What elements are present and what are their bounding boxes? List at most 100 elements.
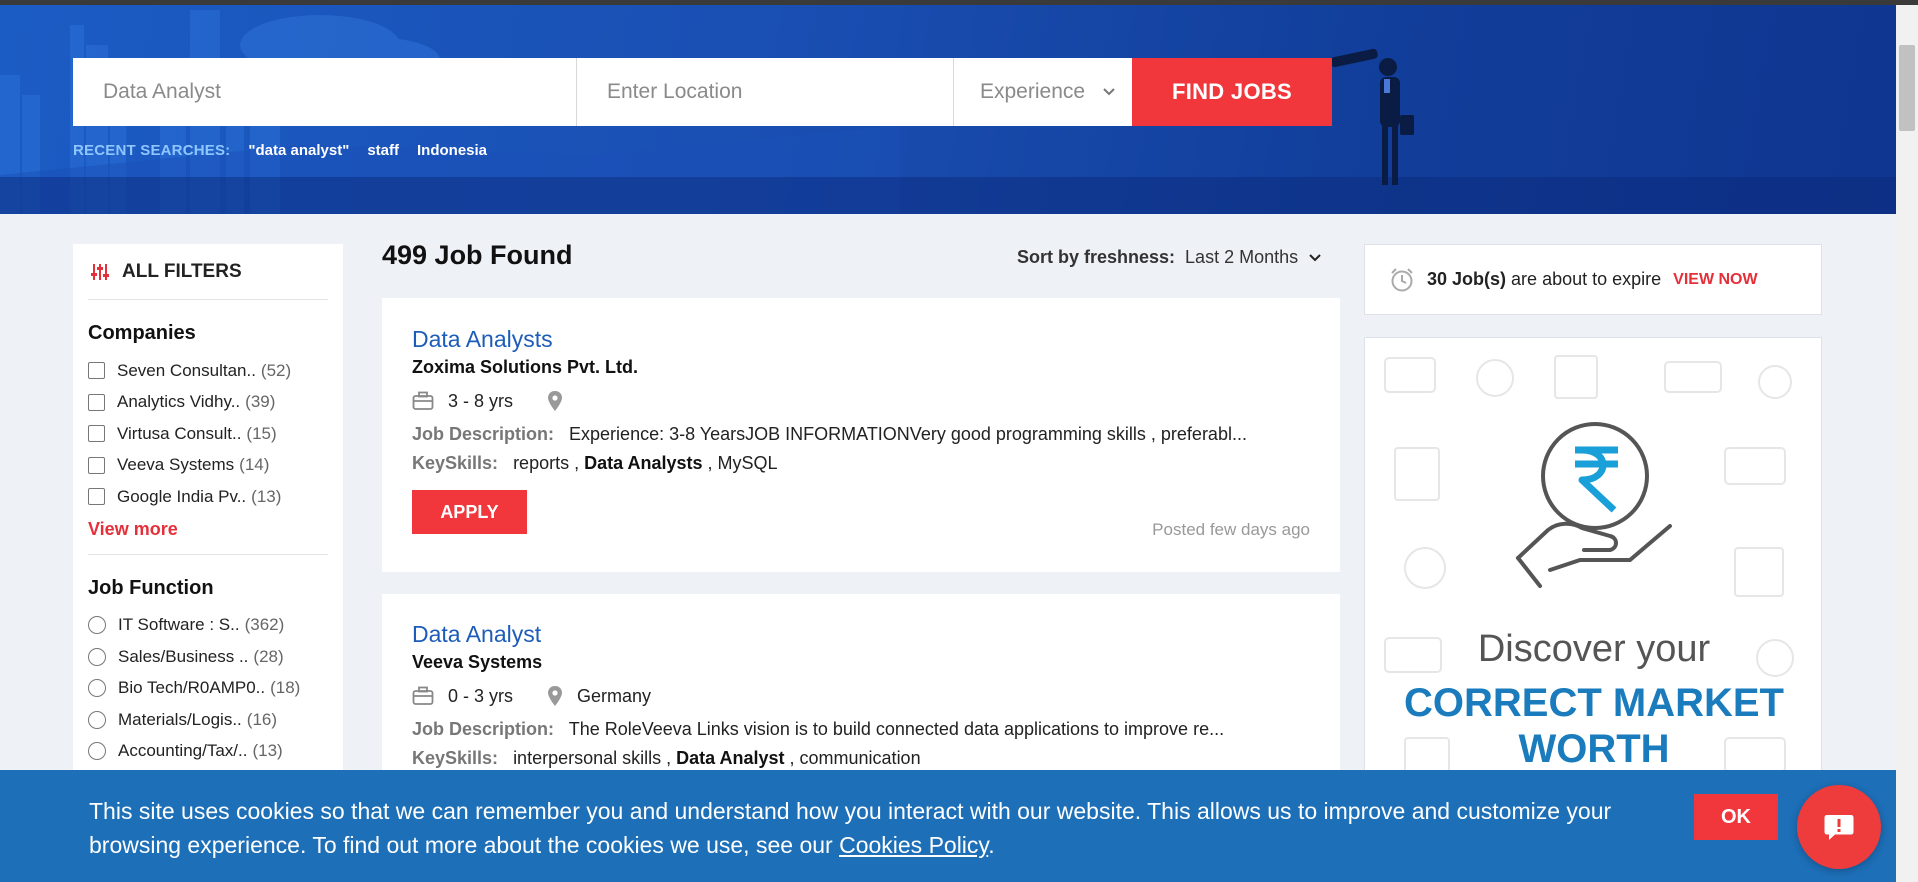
radio-button[interactable] xyxy=(88,679,106,698)
expiring-jobs-banner: 30 Job(s) are about to expire VIEW NOW xyxy=(1364,244,1822,315)
telescope-man-illustration xyxy=(1330,48,1414,185)
checkbox[interactable] xyxy=(88,393,105,411)
radio-button[interactable] xyxy=(88,710,106,729)
company-filter-option[interactable]: Google India Pv.. (13) xyxy=(88,481,328,513)
job-function-option[interactable]: Materials/Logis.. (16) xyxy=(88,704,328,736)
sort-value: Last 2 Months xyxy=(1185,247,1299,267)
radio-button[interactable] xyxy=(88,616,106,635)
briefcase-icon xyxy=(412,686,434,706)
company-name: Veeva Systems xyxy=(412,652,543,672)
skill-highlighted: Data Analyst xyxy=(676,748,785,768)
expiring-text: are about to expire xyxy=(1511,269,1662,289)
job-function-option[interactable]: Sales/Business .. (28) xyxy=(88,641,328,673)
job-card: Data Analysts Zoxima Solutions Pvt. Ltd.… xyxy=(382,298,1340,572)
company-filter-option[interactable]: Virtusa Consult.. (15) xyxy=(88,418,328,450)
find-jobs-button[interactable]: FIND JOBS xyxy=(1132,58,1332,126)
company-filter-option[interactable]: Veeva Systems (14) xyxy=(88,450,328,482)
recent-searches-label: RECENT SEARCHES: xyxy=(73,142,231,159)
skill: MySQL xyxy=(717,453,778,473)
page-scrollbar[interactable] xyxy=(1896,5,1918,882)
key-skills-row: KeySkills: interpersonal skills , Data A… xyxy=(412,748,921,768)
job-description-label: Job Description: xyxy=(412,424,555,444)
location-pin-icon xyxy=(547,390,563,412)
job-description-text: The RoleVeeva Links vision is to build c… xyxy=(568,719,1225,739)
recent-search-item[interactable]: Indonesia xyxy=(417,142,487,159)
job-description-label: Job Description: xyxy=(412,719,555,739)
recent-search-item[interactable]: "data analyst" xyxy=(248,142,349,159)
company-filter-option[interactable]: Analytics Vidhy.. (39) xyxy=(88,387,328,419)
job-title-link[interactable]: Data Analyst xyxy=(412,621,1310,648)
sort-dropdown[interactable]: Sort by freshness: Last 2 Months xyxy=(1017,247,1322,268)
rupee-hand-icon xyxy=(1516,422,1672,588)
job-function-option[interactable]: IT Software : S.. (362) xyxy=(88,610,328,642)
hero-bottom-band xyxy=(0,177,1896,214)
job-meta: 0 - 3 yrs Germany xyxy=(412,685,1310,707)
company-filter-option[interactable]: Seven Consultan.. (52) xyxy=(88,355,328,387)
job-experience: 0 - 3 yrs xyxy=(448,685,514,706)
results-count-title: 499 Job Found xyxy=(382,240,573,270)
location-input-placeholder: Enter Location xyxy=(607,80,743,103)
key-skills-label: KeySkills: xyxy=(412,453,499,473)
recent-search-item[interactable]: staff xyxy=(367,142,399,159)
key-skills-row: KeySkills: reports , Data Analysts , MyS… xyxy=(412,453,778,473)
sliders-icon xyxy=(91,263,109,280)
all-filters-header[interactable]: ALL FILTERS xyxy=(88,244,328,300)
checkbox[interactable] xyxy=(88,362,105,380)
cookie-ok-button[interactable]: OK xyxy=(1694,794,1778,840)
chevron-down-icon xyxy=(1103,88,1115,96)
briefcase-icon xyxy=(412,391,434,411)
job-title-link[interactable]: Data Analysts xyxy=(412,326,1310,353)
view-now-link[interactable]: VIEW NOW xyxy=(1673,271,1757,289)
recent-searches: RECENT SEARCHES: "data analyst" staff In… xyxy=(73,142,487,159)
filter-divider xyxy=(88,553,328,555)
job-description-row: Job Description: Experience: 3-8 YearsJO… xyxy=(412,424,1310,445)
expiring-count: 30 Job(s) xyxy=(1427,269,1507,289)
experience-select[interactable]: Experience xyxy=(954,58,1132,126)
cookie-consent-bar: This site uses cookies so that we can re… xyxy=(0,770,1896,882)
job-function-option[interactable]: Bio Tech/R0AMP0.. (18) xyxy=(88,673,328,705)
scrollbar-thumb[interactable] xyxy=(1899,45,1915,131)
job-description-row: Job Description: The RoleVeeva Links vis… xyxy=(412,719,1310,740)
job-search-bar: Data Analyst Enter Location Experience F… xyxy=(73,58,1332,126)
cookie-message: This site uses cookies so that we can re… xyxy=(89,798,1612,858)
experience-select-label: Experience xyxy=(980,80,1086,103)
skill: communication xyxy=(799,748,921,768)
job-function-heading: Job Function xyxy=(88,576,214,599)
skill-highlighted: Data Analysts xyxy=(584,453,703,473)
radio-button[interactable] xyxy=(88,647,106,666)
key-skills-label: KeySkills: xyxy=(412,748,499,768)
job-location: Germany xyxy=(577,685,652,706)
keyword-input[interactable]: Data Analyst xyxy=(73,58,577,126)
filters-panel: ALL FILTERS Companies Seven Consultan..(… xyxy=(73,244,343,804)
posted-date: Posted few days ago xyxy=(1152,520,1310,539)
location-input[interactable]: Enter Location xyxy=(577,58,954,126)
chevron-down-icon xyxy=(1309,253,1321,261)
skill: interpersonal skills xyxy=(513,748,662,768)
search-hero: Data Analyst Enter Location Experience F… xyxy=(0,5,1896,214)
location-pin-icon xyxy=(547,685,563,707)
job-meta: 3 - 8 yrs xyxy=(412,390,1310,412)
all-filters-title: ALL FILTERS xyxy=(122,260,242,282)
companies-heading: Companies xyxy=(88,322,196,344)
job-experience: 3 - 8 yrs xyxy=(448,390,514,411)
cookies-policy-link[interactable]: Cookies Policy xyxy=(839,832,988,858)
apply-button[interactable]: APPLY xyxy=(412,490,527,534)
chat-button[interactable] xyxy=(1797,785,1881,869)
ad-headline: Discover your xyxy=(1477,628,1711,670)
ad-emphasis: CORRECT MARKET WORTH xyxy=(1404,681,1784,771)
alarm-clock-icon xyxy=(1391,267,1413,291)
sort-label: Sort by freshness: xyxy=(1017,247,1176,267)
checkbox[interactable] xyxy=(88,488,105,506)
view-more-companies-link[interactable]: View more xyxy=(88,519,328,540)
chat-bubble-icon xyxy=(1824,815,1854,840)
job-card: Data Analyst Veeva Systems 0 - 3 yrs Ger… xyxy=(382,594,1340,770)
job-function-option[interactable]: Accounting/Tax/.. (13) xyxy=(88,736,328,768)
checkbox[interactable] xyxy=(88,425,105,443)
company-name: Zoxima Solutions Pvt. Ltd. xyxy=(412,357,639,377)
checkbox[interactable] xyxy=(88,456,105,474)
job-description-text: Experience: 3-8 YearsJOB INFORMATIONVery… xyxy=(569,424,1247,444)
radio-button[interactable] xyxy=(88,742,106,761)
keyword-input-value: Data Analyst xyxy=(103,80,221,103)
market-worth-ad[interactable]: Discover your CORRECT MARKET WORTH xyxy=(1364,337,1822,807)
skill: reports xyxy=(513,453,570,473)
